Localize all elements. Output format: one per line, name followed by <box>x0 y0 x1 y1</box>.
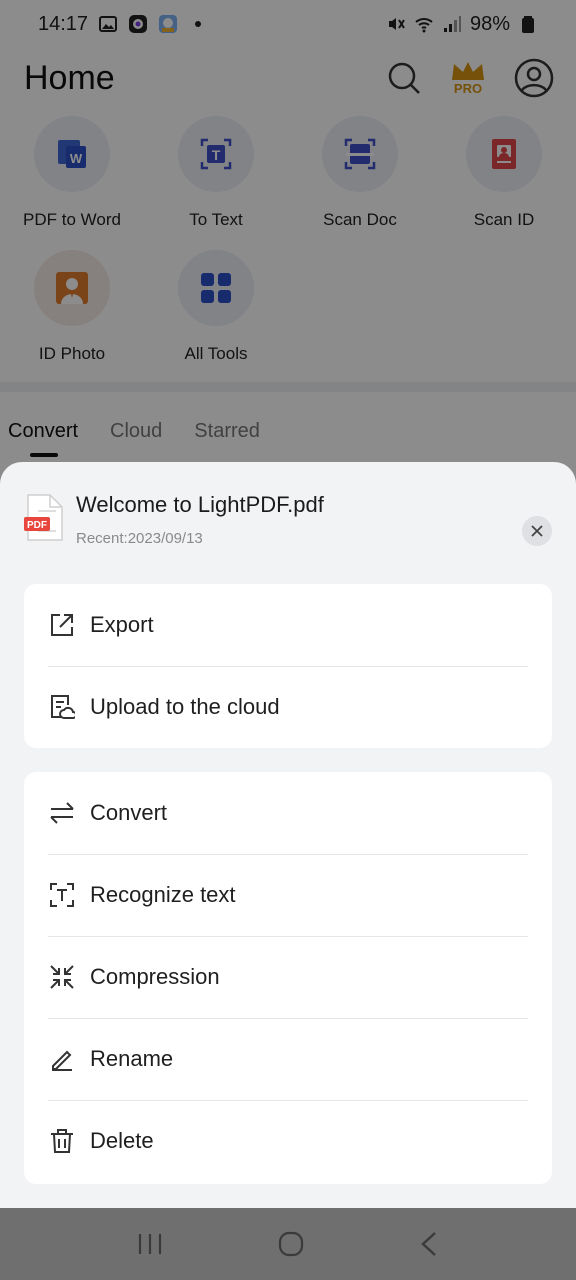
file-date: Recent:2023/09/13 <box>76 530 203 547</box>
trash-icon <box>51 1129 73 1153</box>
recent-apps-icon[interactable] <box>137 1232 163 1256</box>
system-nav-bar <box>0 1208 576 1280</box>
file-actions-sheet: PDF Welcome to LightPDF.pdf Recent:2023/… <box>0 462 576 1208</box>
cloud-upload-icon <box>51 695 75 719</box>
convert-icon <box>50 802 74 824</box>
compression-icon <box>50 965 74 989</box>
action-convert[interactable]: Convert <box>24 772 552 854</box>
file-header: PDF Welcome to LightPDF.pdf Recent:2023/… <box>24 492 554 552</box>
action-group-share: Export Upload to the cloud <box>24 584 552 748</box>
action-recognize-text[interactable]: Recognize text <box>24 854 552 936</box>
action-rename[interactable]: Rename <box>24 1018 552 1100</box>
action-export[interactable]: Export <box>24 584 552 666</box>
back-icon[interactable] <box>419 1231 439 1257</box>
close-icon <box>531 525 543 537</box>
action-group-edit: Convert Recognize text Compression Renam… <box>24 772 552 1184</box>
file-name: Welcome to LightPDF.pdf <box>76 492 324 517</box>
export-icon <box>51 614 73 636</box>
action-delete[interactable]: Delete <box>24 1100 552 1182</box>
home-icon[interactable] <box>277 1230 305 1258</box>
svg-text:PDF: PDF <box>27 520 47 531</box>
rename-icon <box>52 1050 72 1071</box>
close-button[interactable] <box>522 516 552 546</box>
action-upload-cloud[interactable]: Upload to the cloud <box>24 666 552 748</box>
pdf-file-icon: PDF <box>24 494 63 541</box>
action-compression[interactable]: Compression <box>24 936 552 1018</box>
recognize-text-icon <box>50 883 74 907</box>
